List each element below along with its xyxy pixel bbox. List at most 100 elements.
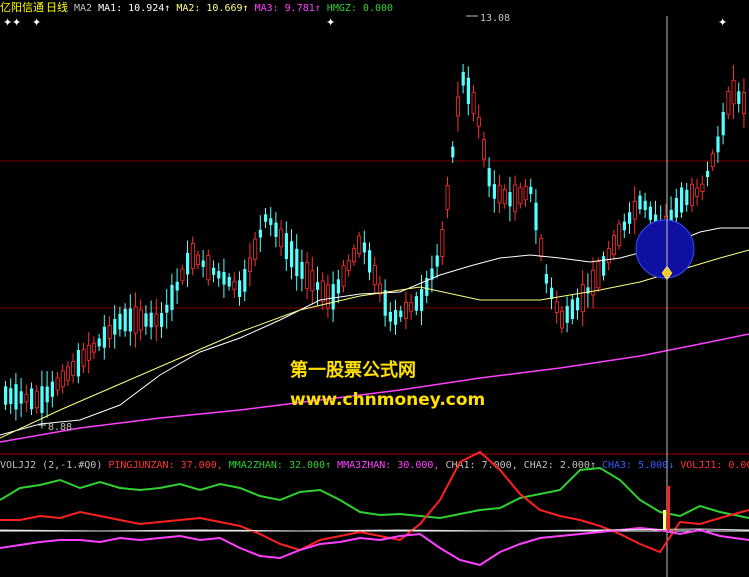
candle-body xyxy=(731,79,736,105)
candle-body xyxy=(113,318,117,335)
candle-body xyxy=(580,284,585,313)
candle-body xyxy=(576,297,580,311)
candle-body xyxy=(414,296,418,311)
candle-body xyxy=(726,90,731,115)
candle-body xyxy=(383,290,387,316)
candle-body xyxy=(154,313,159,327)
watermark-title: 第一股票公式网 xyxy=(290,360,416,381)
candle-body xyxy=(310,270,315,292)
candle-body xyxy=(247,257,252,272)
candle-body xyxy=(529,186,533,194)
candle-body xyxy=(86,344,91,361)
sub-yellow-bar xyxy=(663,510,666,530)
candle-body xyxy=(269,218,273,225)
candle-body xyxy=(346,260,351,271)
candle-body xyxy=(30,388,34,410)
high-price-label: 13.08 xyxy=(480,13,510,24)
candlestick-chart[interactable]: ✦ ✦ ✦ ✦ ✦ 13.08 8.88 xyxy=(0,0,749,577)
candle-body xyxy=(632,200,637,220)
candle-body xyxy=(648,206,652,220)
candle-body xyxy=(638,195,642,210)
candle-body xyxy=(461,71,465,86)
candle-body xyxy=(612,235,617,256)
candle-body xyxy=(34,390,39,409)
candle-body xyxy=(617,223,622,246)
candle-body xyxy=(420,288,424,312)
candle-body xyxy=(716,136,720,153)
sub-red-line xyxy=(0,450,749,554)
candle-body xyxy=(596,261,601,289)
candle-body xyxy=(238,280,242,297)
candle-body xyxy=(217,271,221,279)
candle-body xyxy=(357,235,362,254)
candle-body xyxy=(279,228,284,248)
chart-stage[interactable]: 亿阳信通 日线 MA2 MA1: 10.924↑ MA2: 10.669↑ MA3: 9.… xyxy=(0,0,749,577)
candle-body xyxy=(165,304,169,313)
star-marker: ✦ xyxy=(718,16,727,29)
candle-body xyxy=(706,170,710,178)
candle-body xyxy=(97,338,101,347)
candle-body xyxy=(66,366,71,381)
candle-body xyxy=(60,370,65,388)
candle-body xyxy=(394,309,398,325)
candle-body xyxy=(622,221,626,231)
candle-body xyxy=(368,250,372,273)
candle-body xyxy=(180,268,185,282)
candle-body xyxy=(455,96,460,117)
candle-body xyxy=(466,77,470,104)
candle-body xyxy=(539,238,544,257)
candle-body xyxy=(492,184,496,199)
candle-body xyxy=(471,91,476,115)
candle-body xyxy=(362,242,366,253)
candle-body xyxy=(305,262,310,290)
candle-body xyxy=(700,183,705,193)
candle-body xyxy=(160,313,164,327)
candle-body xyxy=(195,254,200,266)
candle-body xyxy=(674,198,678,218)
candle-body xyxy=(372,265,377,286)
watermark-url[interactable]: www.chnmoney.com xyxy=(290,390,485,410)
candle-body xyxy=(222,272,226,285)
candle-body xyxy=(19,391,23,404)
candle-body xyxy=(232,280,237,290)
candle-body xyxy=(685,189,689,206)
candle-body xyxy=(206,254,211,281)
candle-body xyxy=(565,306,569,323)
candle-body xyxy=(295,248,299,277)
candle-body xyxy=(497,184,502,204)
star-marker: ✦ xyxy=(3,16,12,29)
candle-body xyxy=(550,287,554,300)
candle-body xyxy=(300,261,304,279)
candle-body xyxy=(138,309,143,331)
sub-magenta-line xyxy=(0,526,749,567)
candle-body xyxy=(190,242,195,269)
candle-body xyxy=(476,116,481,127)
candle-body xyxy=(24,393,29,403)
candle-body xyxy=(258,229,262,238)
candle-body xyxy=(92,342,97,353)
candle-body xyxy=(606,248,611,264)
candle-body xyxy=(290,241,294,268)
candle-body xyxy=(81,349,86,367)
candle-body xyxy=(680,187,684,213)
candle-body xyxy=(175,281,179,291)
candle-body xyxy=(243,269,247,292)
candle-body xyxy=(351,248,356,263)
candle-body xyxy=(201,260,205,267)
low-price-label: 8.88 xyxy=(48,422,72,433)
candle-body xyxy=(502,188,507,205)
star-marker: ✦ xyxy=(326,16,335,29)
candle-body xyxy=(570,299,574,320)
candle-body xyxy=(123,308,127,332)
sub-green-line xyxy=(0,466,749,520)
candle-body xyxy=(107,325,112,339)
candle-body xyxy=(721,111,725,136)
candle-body xyxy=(144,313,148,327)
candle-body xyxy=(102,326,106,348)
ma3-line xyxy=(0,333,749,443)
candle-body xyxy=(149,312,153,328)
candle-body xyxy=(212,267,216,275)
candle-body xyxy=(602,256,606,276)
candle-body xyxy=(331,284,335,310)
candle-body xyxy=(133,306,138,334)
